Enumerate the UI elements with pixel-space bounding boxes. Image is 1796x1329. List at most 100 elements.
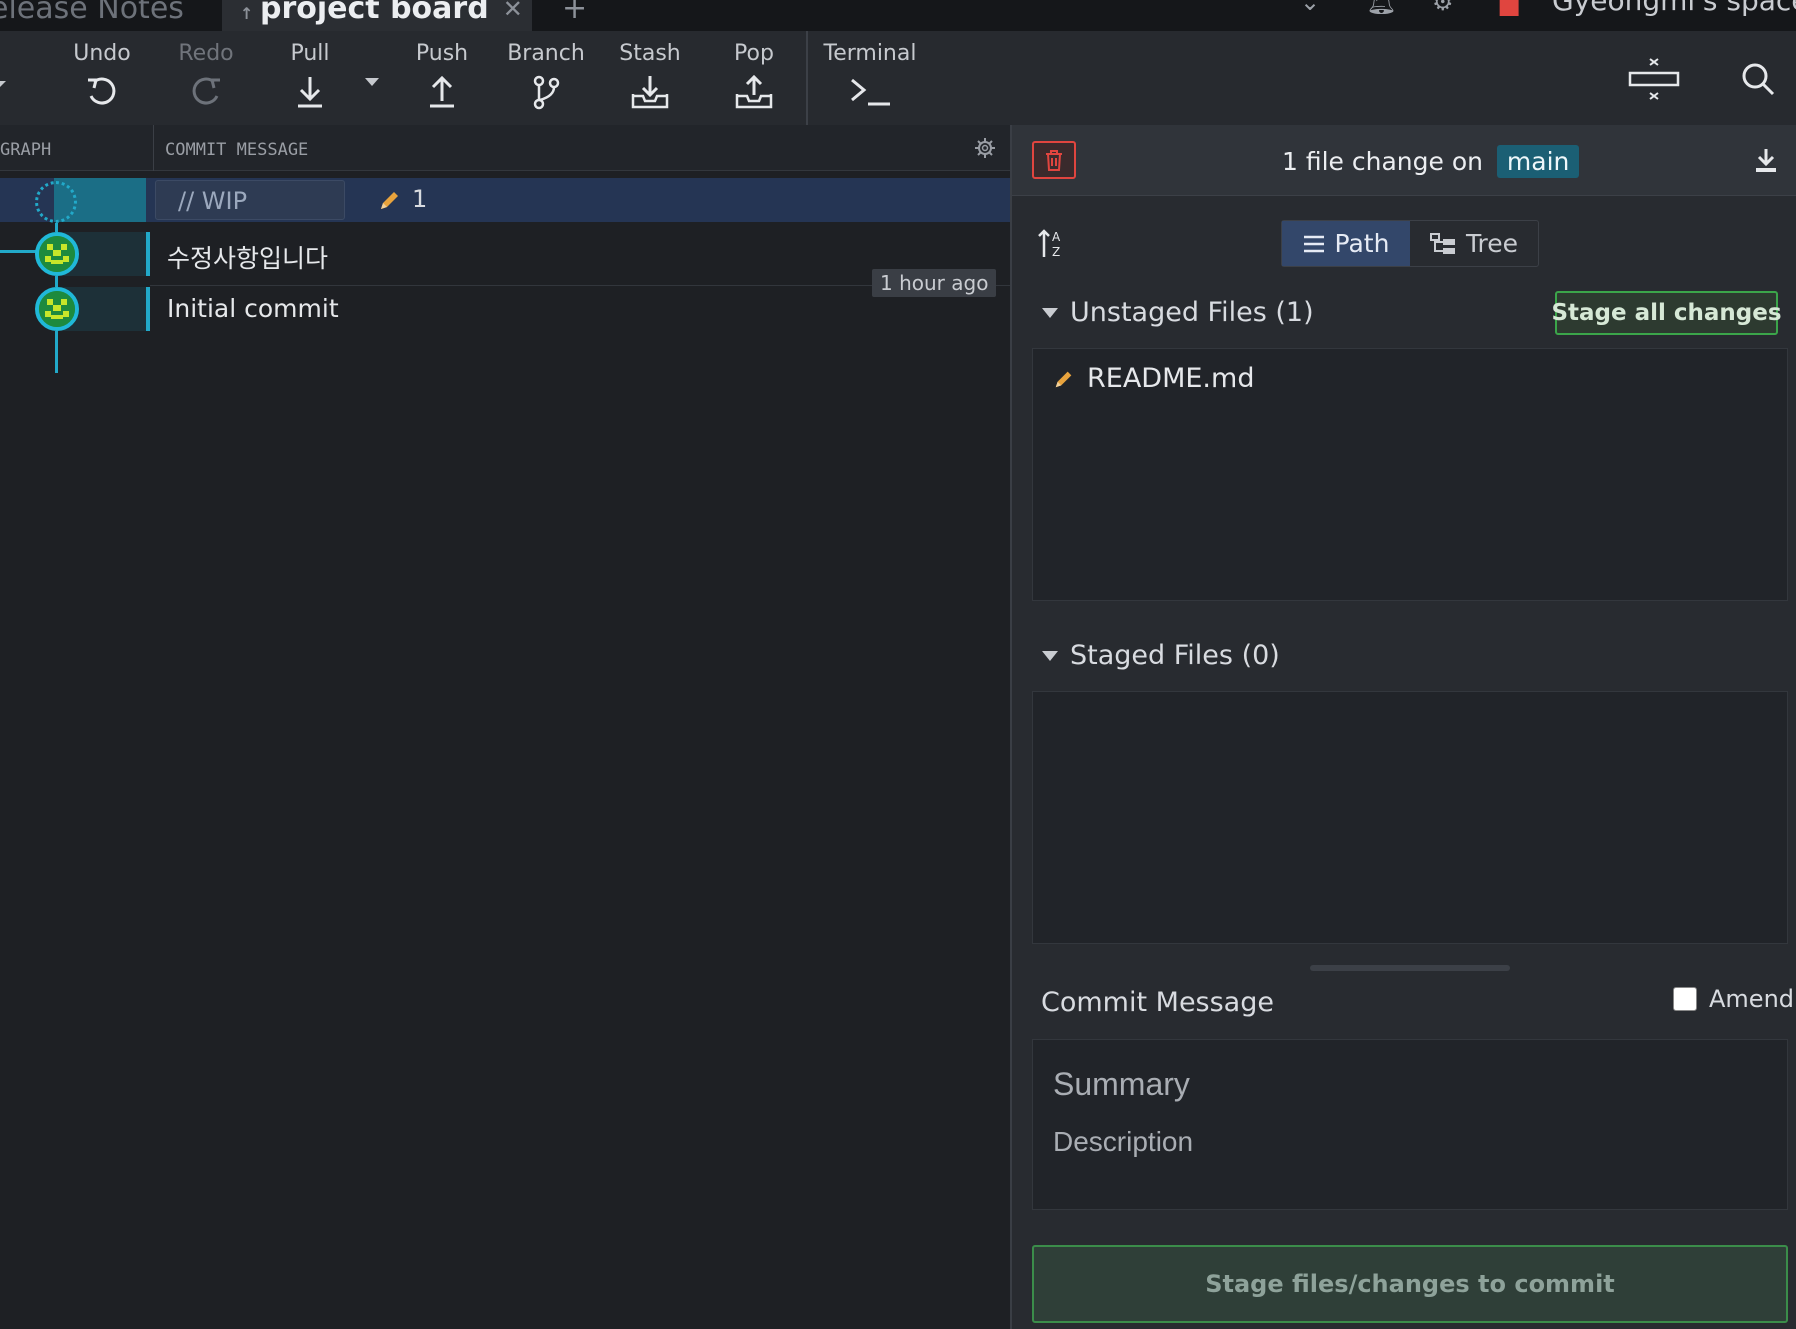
pencil-icon (381, 192, 398, 209)
path-view-button[interactable]: Path (1282, 221, 1410, 266)
push-label: Push (415, 41, 469, 66)
pop-label: Pop (734, 41, 774, 66)
branch-icon (533, 75, 560, 110)
discard-changes-button[interactable] (1032, 141, 1076, 179)
tab-release-notes-label: elease Notes (0, 0, 184, 26)
chevron-down-icon[interactable]: ⌄ (1300, 0, 1320, 16)
file-name: README.md (1087, 363, 1255, 394)
branch-name-badge[interactable]: main (1496, 145, 1580, 178)
terminal-label: Terminal (823, 41, 917, 66)
pencil-icon (1055, 371, 1072, 387)
wip-row[interactable]: // WIP 1 (0, 178, 1010, 222)
avatar (35, 232, 79, 276)
amend-label: Amend (1709, 985, 1795, 1013)
commit-row[interactable]: Initial commit (0, 283, 1010, 335)
changes-panel: 1 file change on main AZ Path Tree Unsta… (1012, 125, 1796, 1329)
toolbar: Undo Redo Pull Push Branch Stash Pop Ter… (0, 31, 1796, 125)
terminal-button[interactable]: Terminal (820, 31, 920, 125)
amend-checkbox[interactable]: Amend (1673, 985, 1794, 1013)
unstaged-files-title: Unstaged Files (1) (1070, 297, 1314, 328)
tab-bar: elease Notes ↑ project board ✕ + ⌄ 🔔︎ ⚙ … (0, 0, 1796, 31)
commit-button[interactable]: Stage files/changes to commit (1032, 1245, 1788, 1323)
staged-files-title: Staged Files (0) (1070, 640, 1280, 671)
settings-icon[interactable]: ⚙ (1432, 0, 1454, 16)
tree-view-label: Tree (1465, 229, 1519, 258)
graph-column-header: GRAPH COMMIT MESSAGE (0, 125, 1010, 171)
sort-icon[interactable]: AZ (1036, 227, 1068, 259)
redo-icon (192, 77, 220, 105)
redo-label: Redo (178, 41, 234, 66)
plus-icon: + (562, 0, 588, 26)
svg-text:Z: Z (1052, 245, 1060, 259)
commit-message: 수정사항입니다 (167, 244, 329, 273)
search-icon[interactable] (1740, 61, 1776, 97)
tree-icon (1429, 232, 1455, 254)
workspace-icon: ▇ (1500, 0, 1519, 16)
gear-icon[interactable] (974, 137, 996, 159)
amend-checkbox-box[interactable] (1673, 987, 1697, 1011)
description-input[interactable] (1053, 1126, 1753, 1196)
pull-label: Pull (290, 41, 330, 66)
pop-icon (735, 74, 773, 109)
toolbar-divider (806, 31, 808, 125)
pin-icon: ↑ (240, 4, 254, 23)
avatar (35, 287, 79, 331)
stash-label: Stash (619, 41, 681, 66)
staged-files-list (1032, 691, 1788, 944)
resize-handle[interactable] (1310, 965, 1510, 971)
pull-options-dropdown[interactable] (362, 73, 382, 93)
change-summary-text: 1 file change on (1282, 147, 1483, 176)
unstaged-files-list: README.md (1032, 348, 1788, 601)
layout-icon[interactable] (1628, 55, 1680, 105)
pull-icon (298, 77, 322, 108)
file-item[interactable]: README.md (1053, 363, 1254, 394)
pop-button[interactable]: Pop (704, 31, 804, 125)
close-tab-icon[interactable]: ✕ (503, 0, 523, 23)
tab-project-board[interactable]: ↑ project board ✕ (222, 0, 532, 31)
wip-change-count: 1 (412, 185, 428, 213)
undo-button[interactable]: Undo (52, 31, 152, 125)
undo-icon (88, 77, 116, 105)
collapse-triangle-icon (1042, 307, 1058, 318)
wip-summary[interactable]: // WIP (155, 180, 345, 220)
unstaged-files-header[interactable]: Unstaged Files (1) (1042, 297, 1314, 328)
path-view-label: Path (1334, 229, 1390, 258)
push-button[interactable]: Push (392, 31, 492, 125)
commit-message-label: Commit Message (1041, 987, 1274, 1018)
branch-label: Branch (507, 41, 585, 66)
tab-project-board-label: project board (260, 0, 489, 26)
toolbar-overflow-caret[interactable] (0, 81, 6, 87)
view-mode-toggle: Path Tree (1281, 220, 1539, 267)
trash-icon (1046, 150, 1062, 171)
stash-icon (631, 76, 669, 109)
redo-button[interactable]: Redo (156, 31, 256, 125)
download-icon[interactable] (1754, 147, 1778, 173)
commit-message-editor (1032, 1039, 1788, 1210)
graph-column-title: GRAPH (0, 140, 52, 160)
branch-button[interactable]: Branch (496, 31, 596, 125)
column-divider[interactable] (153, 125, 154, 171)
collapse-triangle-icon (1042, 650, 1058, 661)
stash-button[interactable]: Stash (600, 31, 700, 125)
tree-view-button[interactable]: Tree (1410, 221, 1538, 266)
list-icon (1303, 235, 1324, 252)
stage-all-changes-button[interactable]: Stage all changes (1551, 291, 1782, 335)
tab-release-notes[interactable]: elease Notes (0, 0, 184, 31)
wip-node (35, 181, 77, 223)
staged-files-header[interactable]: Staged Files (0) (1042, 640, 1280, 671)
terminal-icon (851, 78, 890, 106)
commit-message-column-title: COMMIT MESSAGE (165, 140, 309, 160)
commit-row[interactable]: 수정사항입니다 (0, 228, 1010, 280)
workspace-name[interactable]: Gyeongmi's space (1552, 0, 1796, 17)
change-summary: 1 file change on main (1282, 145, 1580, 178)
push-icon (430, 75, 454, 108)
svg-text:A: A (1052, 230, 1061, 244)
changes-header: 1 file change on main (1012, 125, 1796, 196)
pull-button[interactable]: Pull (260, 31, 360, 125)
summary-input[interactable] (1053, 1062, 1753, 1106)
undo-label: Undo (73, 41, 131, 66)
new-tab-button[interactable]: + (562, 0, 587, 31)
commit-graph-pane: GRAPH COMMIT MESSAGE // WIP 1 수정사항입니다 1 … (0, 125, 1010, 1329)
commit-message: Initial commit (167, 294, 339, 323)
bell-icon[interactable]: 🔔︎ (1366, 0, 1396, 16)
